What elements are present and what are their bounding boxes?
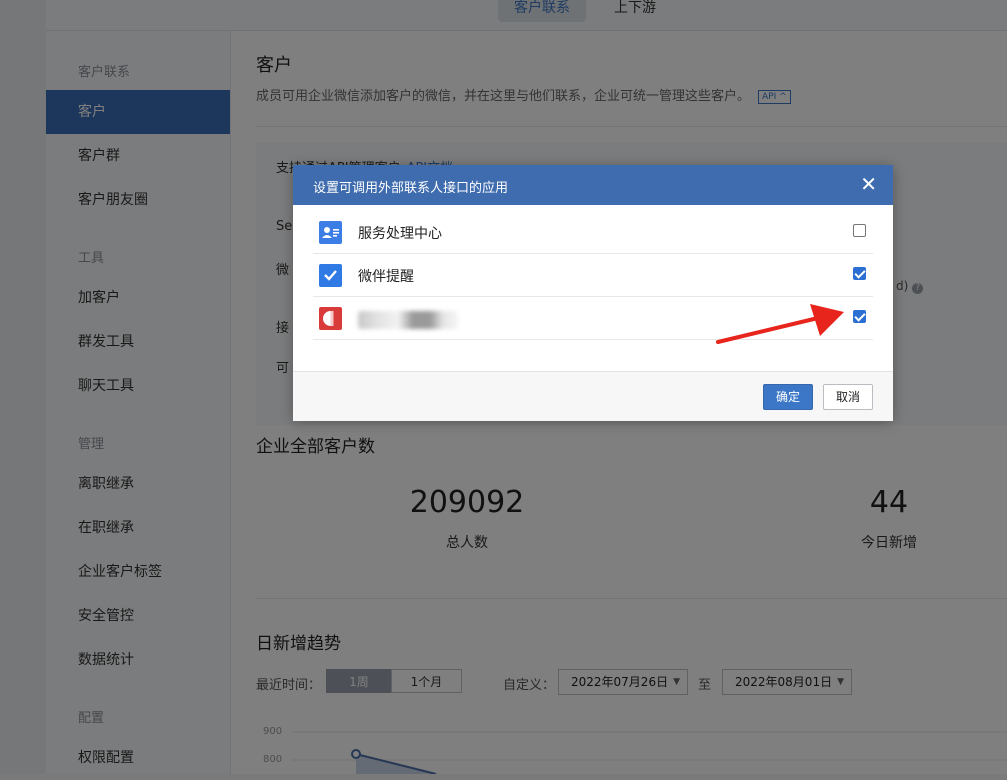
- contact-card-icon: [319, 221, 342, 244]
- dialog-title: 设置可调用外部联系人接口的应用: [313, 181, 509, 196]
- chat-check-icon: [319, 264, 342, 287]
- app-row[interactable]: 服务处理中心: [313, 211, 873, 254]
- app-logo-icon: [319, 307, 342, 330]
- app-checkbox-weiban[interactable]: [853, 267, 866, 280]
- app-name: 微伴提醒: [358, 269, 414, 285]
- close-icon[interactable]: ✕: [860, 173, 877, 195]
- confirm-button[interactable]: 确定: [763, 384, 813, 410]
- api-app-dialog: 设置可调用外部联系人接口的应用 ✕ 服务处理中心 微伴提醒 确定 取消: [293, 165, 893, 421]
- dialog-header: 设置可调用外部联系人接口的应用 ✕: [293, 165, 893, 205]
- cancel-button[interactable]: 取消: [823, 384, 873, 410]
- redacted-app-name: [358, 311, 458, 329]
- dialog-footer: 确定 取消: [293, 371, 893, 421]
- red-arrow-annotation: [716, 304, 844, 344]
- app-row[interactable]: 微伴提醒: [313, 254, 873, 297]
- app-name: 服务处理中心: [358, 226, 442, 242]
- app-checkbox-redacted[interactable]: [853, 310, 866, 323]
- app-checkbox-service-center[interactable]: [853, 224, 866, 237]
